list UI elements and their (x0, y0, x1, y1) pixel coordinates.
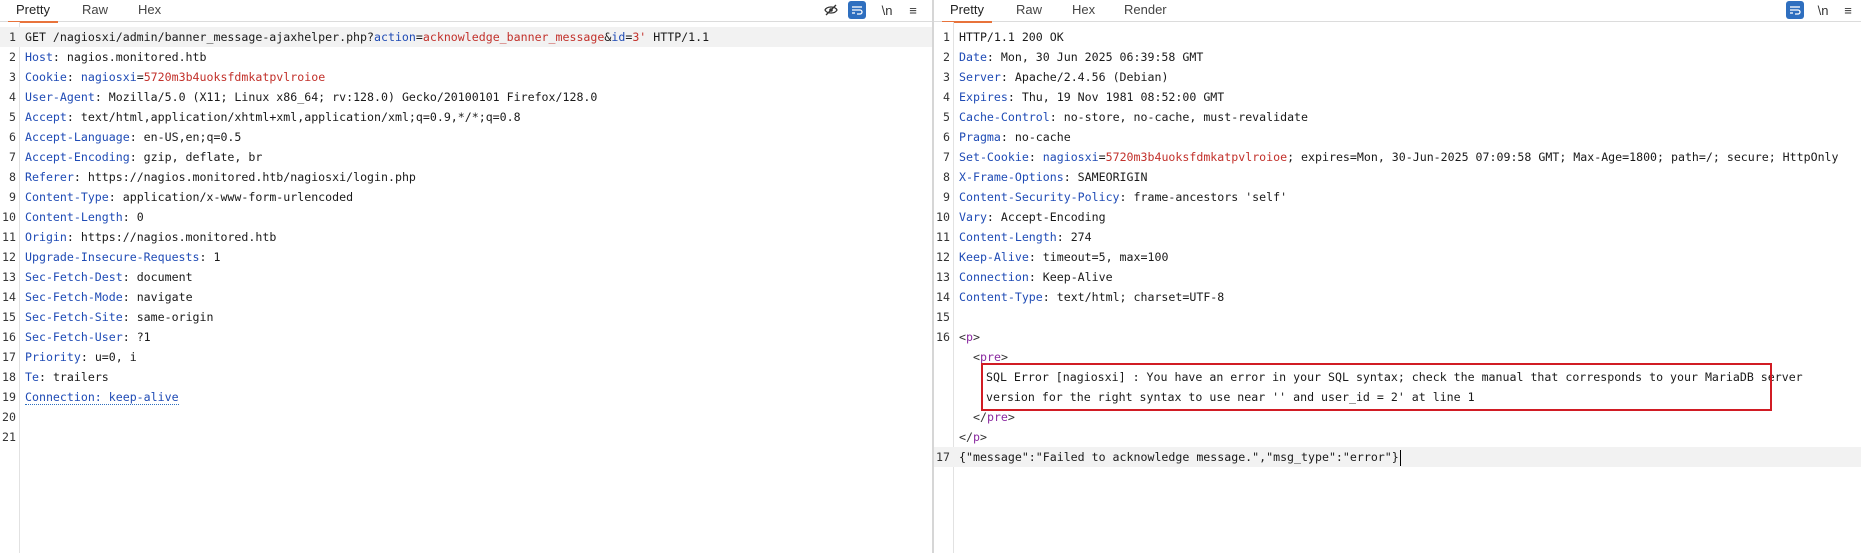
set-cookie-line: 7 Set-Cookie: nagiosxi=5720m3b4uoksfdmkat… (943, 150, 1839, 164)
header-line: 14 Content-Type: text/html; charset=UTF-8 (936, 290, 1225, 304)
header-line: 4 User-Agent: Mozilla/5.0 (X11; Linux x86… (9, 90, 598, 104)
header-line: 6 Pragma: no-cache (943, 130, 1071, 144)
body-p-open: 16 <p> (936, 330, 980, 344)
cookie-line: 3 Cookie: nagiosxi=5720m3b4uoksfdmkatpvlr… (9, 70, 326, 84)
header-line: 2 Date: Mon, 30 Jun 2025 06:39:58 GMT (943, 50, 1204, 64)
header-line: 10 Content-Length: 0 (2, 210, 144, 224)
header-line: 3 Server: Apache/2.4.56 (Debian) (943, 70, 1169, 84)
request-tab-pretty[interactable]: Pretty (8, 0, 58, 23)
header-line: 13 Connection: Keep-Alive (936, 270, 1113, 284)
word-wrap-icon[interactable] (848, 1, 866, 19)
request-tab-hex[interactable]: Hex (136, 0, 163, 22)
header-line: 13 Sec-Fetch-Dest: document (2, 270, 193, 284)
response-tabbar: Pretty Raw Hex Render \n ≡ (934, 0, 1861, 23)
body-p-close: </p> (959, 430, 987, 444)
header-line: 17 Priority: u=0, i (2, 350, 137, 364)
header-line: 8 X-Frame-Options: SAMEORIGIN (943, 170, 1148, 184)
header-line: 11 Origin: https://nagios.monitored.htb (2, 230, 277, 244)
json-body-line: 17 {"message":"Failed to acknowledge mess… (934, 447, 1861, 467)
header-line: 16 Sec-Fetch-User: ?1 (2, 330, 151, 344)
request-pane: Pretty Raw Hex \n ≡ 1 GET /nagiosxi/admin… (0, 0, 932, 553)
request-tabbar: Pretty Raw Hex \n ≡ (0, 0, 932, 23)
show-newlines-button[interactable]: \n (878, 1, 896, 19)
header-line: 4 Expires: Thu, 19 Nov 1981 08:52:00 GMT (943, 90, 1225, 104)
header-line: 5 Accept: text/html,application/xhtml+xml… (9, 110, 521, 124)
header-line: 7 Accept-Encoding: gzip, deflate, br (9, 150, 263, 164)
empty-line: 20 (2, 410, 16, 424)
hide-eye-icon[interactable] (822, 1, 840, 19)
header-line: 8 Referer: https://nagios.monitored.htb/n… (9, 170, 416, 184)
request-tab-raw[interactable]: Raw (80, 0, 110, 22)
header-line: 5 Cache-Control: no-store, no-cache, must… (943, 110, 1309, 124)
header-line: 11 Content-Length: 274 (936, 230, 1092, 244)
header-line: 2 Host: nagios.monitored.htb (9, 50, 207, 64)
request-line: 1 GET /nagiosxi/admin/banner_message-ajax… (0, 27, 932, 47)
status-line: 1 HTTP/1.1 200 OK (943, 30, 1064, 44)
header-line: 15 Sec-Fetch-Site: same-origin (2, 310, 214, 324)
word-wrap-icon[interactable] (1786, 1, 1804, 19)
empty-line: 15 (936, 310, 950, 324)
response-tab-pretty[interactable]: Pretty (942, 0, 992, 23)
header-line: 18 Te: trailers (2, 370, 109, 384)
response-tab-render[interactable]: Render (1122, 0, 1169, 22)
response-tab-hex[interactable]: Hex (1070, 0, 1097, 22)
text-caret (1399, 449, 1402, 466)
response-menu-icon[interactable]: ≡ (1839, 1, 1857, 19)
header-line: 12 Keep-Alive: timeout=5, max=100 (936, 250, 1169, 264)
header-line: 9 Content-Type: application/x-www-form-ur… (9, 190, 354, 204)
header-line: 10 Vary: Accept-Encoding (936, 210, 1106, 224)
header-line: 9 Content-Security-Policy: frame-ancestor… (943, 190, 1288, 204)
response-tab-raw[interactable]: Raw (1014, 0, 1044, 22)
response-pane: Pretty Raw Hex Render \n ≡ 1 HTTP/1.1 200… (934, 0, 1861, 553)
request-menu-icon[interactable]: ≡ (904, 1, 922, 19)
connection-line: 19 Connection: keep-alive (2, 390, 179, 405)
header-line: 14 Sec-Fetch-Mode: navigate (2, 290, 193, 304)
header-line: 6 Accept-Language: en-US,en;q=0.5 (9, 130, 242, 144)
sql-error-highlight-box (981, 363, 1772, 411)
empty-line: 21 (2, 430, 16, 444)
header-line: 12 Upgrade-Insecure-Requests: 1 (2, 250, 221, 264)
show-newlines-button[interactable]: \n (1814, 1, 1832, 19)
